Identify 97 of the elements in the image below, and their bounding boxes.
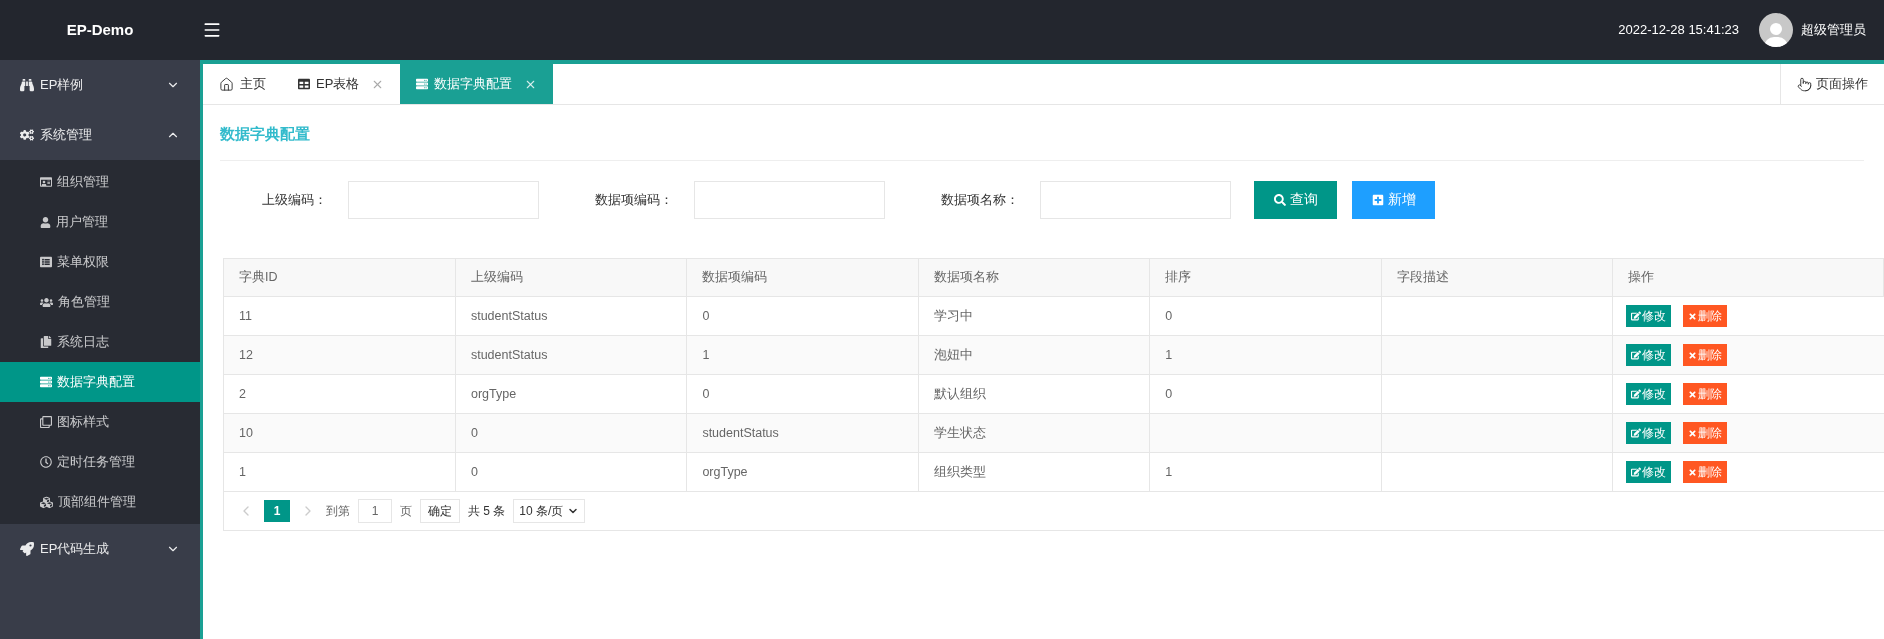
sidebar-group[interactable]: EP代码生成 <box>0 524 200 574</box>
column-header: 字典ID <box>224 258 456 297</box>
edit-button[interactable]: 修改 <box>1626 461 1672 483</box>
menu-icon <box>202 20 222 40</box>
page-title: 数据字典配置 <box>220 125 310 142</box>
table-cell: 0 <box>686 296 919 336</box>
gears-icon <box>20 128 34 142</box>
user-icon <box>40 216 51 228</box>
table-cell: 2 <box>224 374 456 414</box>
edit-button[interactable]: 修改 <box>1626 305 1672 327</box>
users-icon <box>40 295 53 309</box>
table-cell: 0 <box>1149 296 1382 336</box>
documents-icon <box>40 336 52 348</box>
edit-icon <box>1631 428 1642 438</box>
search-button[interactable]: 查询 <box>1254 180 1337 219</box>
table-cell: orgType <box>686 452 919 492</box>
filter-input[interactable] <box>348 180 539 219</box>
filter-label: 上级编码： <box>261 190 328 209</box>
total-count: 共 5 条 <box>468 503 506 520</box>
table-cell: 学生状态 <box>918 413 1150 453</box>
cross-icon <box>1688 350 1698 360</box>
search-icon <box>1273 193 1286 206</box>
column-header: 排序 <box>1149 258 1382 297</box>
table-cell: 0 <box>455 413 687 453</box>
sidebar-item[interactable]: 图标样式 <box>0 402 200 442</box>
server-icon <box>416 78 429 90</box>
rocket-icon <box>20 542 34 556</box>
page-size-select[interactable]: 10 条/页 <box>513 499 586 523</box>
clock-icon <box>40 456 52 468</box>
list-icon <box>40 256 52 268</box>
column-header: 数据项名称 <box>918 258 1150 297</box>
table-cell: orgType <box>455 374 687 414</box>
cross-icon <box>1688 428 1698 438</box>
table-cell: 泡妞中 <box>918 335 1150 375</box>
table-cell: 0 <box>455 452 687 492</box>
page-button[interactable]: 1 <box>264 500 290 522</box>
datetime-text: 2022-12-28 15:41:23 <box>1618 21 1739 40</box>
edit-button[interactable]: 修改 <box>1626 422 1672 444</box>
tab[interactable]: 主页 <box>203 64 282 104</box>
table-cell: 1 <box>1149 335 1382 375</box>
edit-button[interactable]: 修改 <box>1626 344 1672 366</box>
column-header: 操作 <box>1612 258 1884 297</box>
filter-label: 数据项名称： <box>940 190 1020 209</box>
column-header: 数据项编码 <box>686 258 919 297</box>
card-icon <box>40 176 52 188</box>
sidebar-item[interactable]: 数据字典配置 <box>0 362 200 402</box>
filter-input[interactable] <box>1040 180 1231 219</box>
edit-icon <box>1631 467 1642 477</box>
table-cell: 12 <box>224 335 456 375</box>
table-cell: 0 <box>1149 374 1382 414</box>
table-cell: 1 <box>1149 452 1382 492</box>
page-unit-label: 页 <box>400 503 412 520</box>
table-cell: 默认组织 <box>918 374 1150 414</box>
server-icon <box>40 376 52 388</box>
page-input[interactable]: 1 <box>358 499 392 523</box>
confirm-button[interactable]: 确定 <box>420 499 460 523</box>
sidebar-item[interactable]: 组织管理 <box>0 162 200 202</box>
filter-label: 数据项编码： <box>594 190 674 209</box>
sidebar-group[interactable]: 系统管理 <box>0 110 200 160</box>
sidebar-item[interactable]: 菜单权限 <box>0 242 200 282</box>
sidebar-item[interactable]: 角色管理 <box>0 282 200 322</box>
column-header: 上级编码 <box>455 258 687 297</box>
edit-icon <box>1631 389 1642 399</box>
hand-pointer-icon <box>1797 76 1812 92</box>
table-cell: 学习中 <box>918 296 1150 336</box>
sidebar-group[interactable]: EP样例 <box>0 60 200 110</box>
sidebar-item[interactable]: 定时任务管理 <box>0 442 200 482</box>
table-cell: studentStatus <box>455 296 687 336</box>
sidebar-item[interactable]: 顶部组件管理 <box>0 482 200 522</box>
table-cell: 1 <box>686 335 919 375</box>
user-name[interactable]: 超级管理员 <box>1801 20 1866 40</box>
edit-button[interactable]: 修改 <box>1626 383 1672 405</box>
table-cell: studentStatus <box>686 413 919 453</box>
app-logo: EP-Demo <box>66 19 134 40</box>
filter-input[interactable] <box>694 180 885 219</box>
home-icon <box>219 76 234 92</box>
table-icon <box>298 78 310 90</box>
sidebar-item[interactable]: 用户管理 <box>0 202 200 242</box>
table-cell: 11 <box>224 296 456 336</box>
cross-icon <box>1688 389 1698 399</box>
binoculars-icon <box>20 78 34 92</box>
cross-icon <box>1688 311 1698 321</box>
table-cell: studentStatus <box>455 335 687 375</box>
page-actions-button[interactable]: 页面操作 <box>1780 64 1884 104</box>
avatar-icon <box>1759 13 1793 47</box>
cross-icon <box>1688 467 1698 477</box>
edit-icon <box>1631 350 1642 360</box>
table-cell: 组织类型 <box>918 452 1150 492</box>
tab[interactable]: EP表格 <box>282 64 401 104</box>
edit-icon <box>1631 311 1642 321</box>
goto-label: 到第 <box>326 503 350 520</box>
table-cell: 0 <box>686 374 919 414</box>
table-cell: 1 <box>224 452 456 492</box>
cubes-icon <box>40 495 53 509</box>
sidebar-item[interactable]: 系统日志 <box>0 322 200 362</box>
column-header: 字段描述 <box>1381 258 1613 297</box>
table-cell: 10 <box>224 413 456 453</box>
